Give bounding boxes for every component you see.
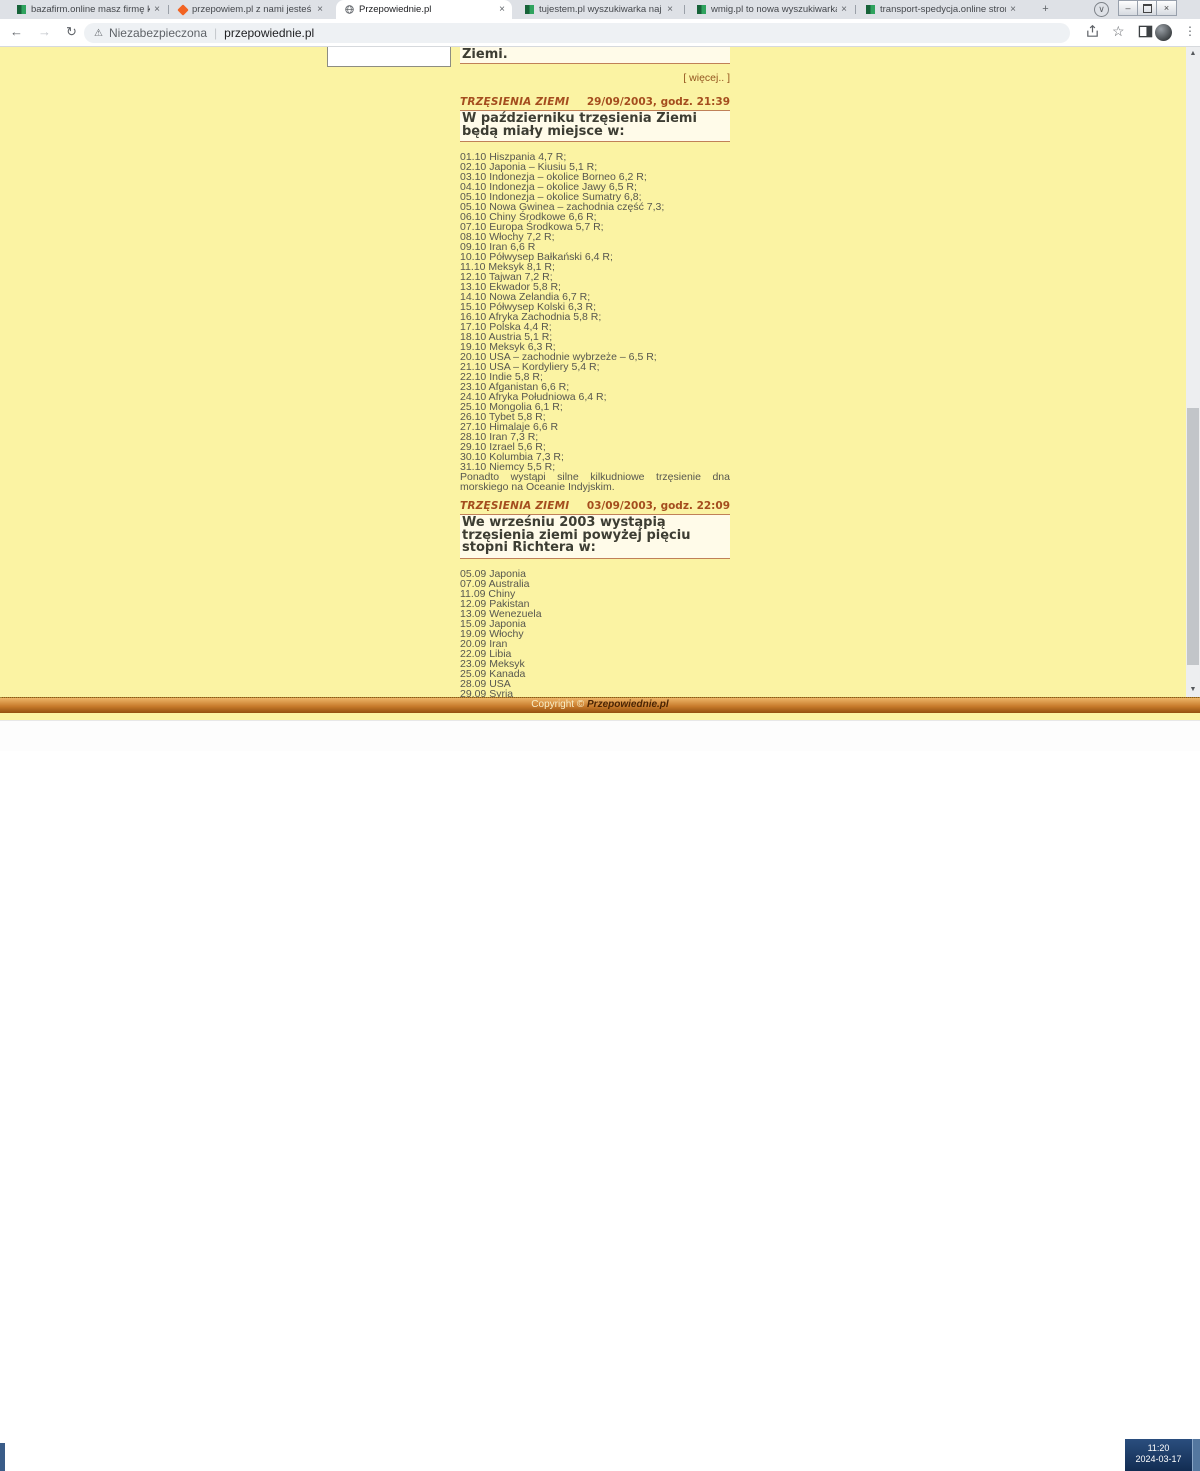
list-item: 05.09 Japonia <box>460 567 526 580</box>
tujestem-favicon-icon <box>525 5 534 14</box>
tab-title: bazafirm.online masz firmę kup w <box>31 4 151 15</box>
address-divider: | <box>214 26 218 40</box>
transport-favicon-icon <box>866 5 875 14</box>
list-item: 15.09 Japonia <box>460 617 526 630</box>
section-heading: We wrześniu 2003 wystąpią trzęsienia zie… <box>460 514 730 559</box>
address-bar[interactable]: ⚠ Niezabezpieczona | przepowiednie.pl <box>84 23 1070 43</box>
bookmark-star-icon[interactable]: ☆ <box>1112 23 1125 40</box>
window-close-button[interactable]: × <box>1156 0 1177 16</box>
list-item: 19.09 Włochy <box>460 627 524 640</box>
list-item: 23.09 Meksyk <box>460 657 525 670</box>
globe-favicon-icon <box>345 5 354 14</box>
window-maximize-button[interactable] <box>1137 0 1157 16</box>
earthquake-list-october: 01.10 Hiszpania 4,7 R; 02.10 Japonia – Ki… <box>460 152 730 473</box>
tab-close-icon[interactable]: × <box>317 4 323 15</box>
maximize-icon <box>1142 3 1152 13</box>
list-item: 20.09 Iran <box>460 637 508 650</box>
scrollbar-thumb[interactable] <box>1187 408 1199 665</box>
list-item: 12.09 Pakistan <box>460 597 530 610</box>
forward-icon[interactable]: → <box>38 24 51 39</box>
footer-strip <box>0 713 1200 720</box>
window-minimize-button[interactable]: – <box>1118 0 1138 16</box>
desktop-screen: bazafirm.online masz firmę kup w × przep… <box>0 0 1200 1471</box>
list-item: 25.09 Kanada <box>460 667 526 680</box>
taskbar: 11:20 2024-03-17 <box>0 720 1200 1471</box>
tab-title: przepowiem.pl z nami jesteś znan <box>192 4 313 15</box>
sidebar-box-partial[interactable] <box>327 47 451 67</box>
tab-separator <box>168 5 169 14</box>
footer-site-name[interactable]: Przepowiednie.pl <box>587 699 669 710</box>
tab-title: tujestem.pl wyszukiwarka naj <box>539 4 662 15</box>
partial-article-heading: Ziemi. <box>460 47 730 64</box>
earthquake-list-september: 05.09 Japonia 07.09 Australia 11.09 Chiny 1… <box>460 567 730 699</box>
scroll-down-icon[interactable]: ▼ <box>1186 683 1200 697</box>
section-header: TRZĘSIENIA ZIEMI 29/09/2003, godz. 21:39 <box>460 96 730 108</box>
scroll-up-icon[interactable]: ▲ <box>1186 47 1200 61</box>
tab-title: Przepowiednie.pl <box>359 4 432 15</box>
list-item: 22.09 Libia <box>460 647 512 660</box>
list-item: 13.09 Wenezuela <box>460 607 542 620</box>
section-note: Ponadto wystąpi silne kilkudniowe trzęsi… <box>460 471 730 493</box>
section-datetime: 29/09/2003, godz. 21:39 <box>586 96 730 108</box>
side-panel-icon[interactable] <box>1138 24 1153 44</box>
tab-title: transport-spedycja.online strona <box>880 4 1007 15</box>
tab-przepowiednie-active[interactable]: Przepowiednie.pl × <box>336 0 512 19</box>
bazafirm-favicon-icon <box>17 5 26 14</box>
tab-tujestem[interactable]: tujestem.pl wyszukiwarka naj × <box>516 0 680 19</box>
tab-close-icon[interactable]: × <box>1010 4 1016 15</box>
tab-separator <box>684 5 685 14</box>
list-item: 28.09 USA <box>460 677 511 690</box>
category-label[interactable]: TRZĘSIENIA ZIEMI <box>460 500 569 512</box>
tab-separator <box>855 5 856 14</box>
show-desktop-button[interactable] <box>1192 1439 1200 1471</box>
tab-search-chevron-icon[interactable]: ∨ <box>1094 2 1109 17</box>
tab-bazafirm[interactable]: bazafirm.online masz firmę kup w × <box>8 0 167 19</box>
reload-icon[interactable]: ↻ <box>66 24 77 40</box>
tab-przepowiem[interactable]: przepowiem.pl z nami jesteś znan × <box>170 0 330 19</box>
new-tab-button[interactable]: + <box>1038 2 1053 17</box>
section-header: TRZĘSIENIA ZIEMI 03/09/2003, godz. 22:09 <box>460 500 730 512</box>
taskbar-clock[interactable]: 11:20 2024-03-17 <box>1125 1439 1192 1471</box>
vertical-scrollbar[interactable]: ▲ ▼ <box>1186 47 1200 697</box>
copyright-text: Copyright © <box>531 699 585 710</box>
profile-avatar[interactable] <box>1155 24 1172 41</box>
tab-close-icon[interactable]: × <box>154 4 160 15</box>
more-link[interactable]: [ więcej.. ] <box>683 72 730 84</box>
taskbar-left-accent <box>0 1443 5 1471</box>
article-section-october: TRZĘSIENIA ZIEMI 29/09/2003, godz. 21:39… <box>460 96 730 492</box>
not-secure-warning-icon: ⚠ <box>94 27 103 39</box>
tab-close-icon[interactable]: × <box>667 4 673 15</box>
list-item: 11.09 Chiny <box>460 587 516 600</box>
back-icon[interactable]: ← <box>10 24 23 39</box>
section-datetime: 03/09/2003, godz. 22:09 <box>586 500 730 512</box>
wmig-favicon-icon <box>697 5 706 14</box>
address-url: przepowiednie.pl <box>224 26 315 40</box>
clock-date: 2024-03-17 <box>1135 1454 1182 1464</box>
kebab-menu-icon[interactable]: ⋮ <box>1184 24 1196 38</box>
tab-strip: bazafirm.online masz firmę kup w × przep… <box>0 0 1200 19</box>
page-footer: Copyright © Przepowiednie.pl <box>0 697 1200 713</box>
tab-wmig[interactable]: wmig.pl to nowa wyszukiwarka fi × <box>688 0 854 19</box>
share-icon[interactable] <box>1085 24 1100 44</box>
tab-close-icon[interactable]: × <box>499 4 505 15</box>
przepowiem-favicon-icon <box>177 3 189 16</box>
list-item: 07.09 Australia <box>460 577 530 590</box>
webpage-viewport: Ziemi. [ więcej.. ] TRZĘSIENIA ZIEMI 29/… <box>0 47 1186 699</box>
tab-title: wmig.pl to nowa wyszukiwarka fi <box>711 4 838 15</box>
browser-toolbar: ← → ↻ ⚠ Niezabezpieczona | przepowiednie… <box>0 19 1200 47</box>
article-section-september: TRZĘSIENIA ZIEMI 03/09/2003, godz. 22:09… <box>460 500 730 699</box>
section-heading: W październiku trzęsienia Ziemi będą mia… <box>460 110 730 142</box>
tab-transport-spedycja[interactable]: transport-spedycja.online strona × <box>857 0 1023 19</box>
clock-time: 11:20 <box>1147 1443 1170 1453</box>
category-label[interactable]: TRZĘSIENIA ZIEMI <box>460 96 569 108</box>
article-column: Ziemi. [ więcej.. ] TRZĘSIENIA ZIEMI 29/… <box>460 47 730 699</box>
security-label: Niezabezpieczona <box>108 26 208 40</box>
tab-close-icon[interactable]: × <box>841 4 847 15</box>
more-link-row: [ więcej.. ] <box>460 72 730 84</box>
